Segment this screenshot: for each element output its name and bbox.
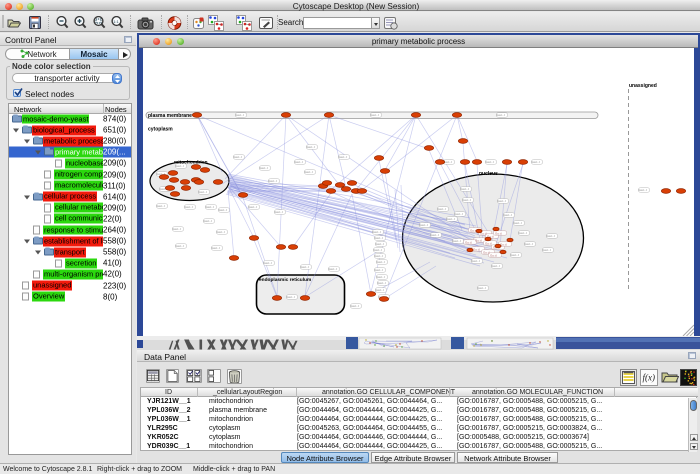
- svg-text:Go:t..l: Go:t..l: [219, 208, 227, 212]
- svg-text:f(x): f(x): [643, 373, 656, 383]
- svg-text:Go:t..l: Go:t..l: [351, 304, 359, 308]
- svg-text:Go:t..l: Go:t..l: [374, 248, 382, 252]
- svg-text:Go:t..l: Go:t..l: [295, 160, 303, 164]
- svg-text:Go:t..l: Go:t..l: [453, 239, 461, 243]
- svg-text:Go:t..l: Go:t..l: [497, 113, 505, 117]
- svg-text:Go:t..l: Go:t..l: [519, 231, 527, 235]
- svg-text:Go:t..l: Go:t..l: [376, 288, 384, 292]
- svg-text:Go:t.l: Go:t.l: [495, 231, 503, 235]
- svg-text:Go:t..l: Go:t..l: [461, 187, 469, 191]
- svg-text:Go:t..l: Go:t..l: [420, 223, 428, 227]
- svg-text:Go:t..l: Go:t..l: [301, 265, 309, 269]
- svg-text:Go:t..l: Go:t..l: [199, 190, 207, 194]
- svg-text:Go:t..l: Go:t..l: [639, 188, 647, 192]
- svg-text:Go:t..l: Go:t..l: [514, 221, 522, 225]
- svg-text:Go:t..l: Go:t..l: [472, 259, 480, 263]
- svg-text:Go:t..l: Go:t..l: [463, 198, 471, 202]
- svg-text:Go:t..l: Go:t..l: [157, 204, 165, 208]
- svg-text:Go:t..l: Go:t..l: [447, 217, 455, 221]
- svg-text:Go:t..l: Go:t..l: [275, 210, 283, 214]
- svg-text:Go:t..l: Go:t..l: [371, 113, 379, 117]
- svg-text:Go:t..l: Go:t..l: [204, 219, 212, 223]
- svg-text:Go:t..l: Go:t..l: [217, 230, 225, 234]
- svg-text:Go:t..l: Go:t..l: [269, 179, 277, 183]
- svg-text:Go:t..l: Go:t..l: [339, 155, 347, 159]
- svg-text:Go:t..l: Go:t..l: [375, 254, 383, 258]
- svg-text:Go:t..l: Go:t..l: [378, 281, 386, 285]
- svg-text:Go:t..l: Go:t..l: [543, 248, 551, 252]
- svg-text:Go:t..l: Go:t..l: [173, 227, 181, 231]
- svg-text:Go:t..l: Go:t..l: [329, 267, 337, 271]
- svg-text:Go:t..l: Go:t..l: [206, 205, 214, 209]
- svg-text:Go:t..l: Go:t..l: [547, 234, 555, 238]
- svg-text:Go:t..l: Go:t..l: [373, 230, 381, 234]
- svg-text:Go:t.l: Go:t.l: [475, 238, 483, 242]
- svg-text:mitochondrion: mitochondrion: [174, 160, 208, 166]
- svg-text:Go:t..l: Go:t..l: [176, 244, 184, 248]
- svg-text:cytoplasm: cytoplasm: [148, 127, 173, 133]
- svg-text:Go:t..l: Go:t..l: [486, 160, 494, 164]
- svg-text:nucleus: nucleus: [479, 171, 498, 177]
- svg-text:Go:t..l: Go:t..l: [287, 295, 295, 299]
- svg-text:Go:t..l: Go:t..l: [185, 205, 193, 209]
- svg-text:Go:t..l: Go:t..l: [264, 261, 272, 265]
- svg-text:Go:t..l: Go:t..l: [305, 170, 313, 174]
- svg-text:Go:t..l: Go:t..l: [532, 160, 540, 164]
- svg-text:Go:t..l: Go:t..l: [249, 205, 257, 209]
- svg-text:Go:t..l: Go:t..l: [455, 212, 463, 216]
- svg-text:Go:t..l: Go:t..l: [478, 286, 486, 290]
- svg-text:Go:t..l: Go:t..l: [377, 260, 385, 264]
- svg-text:Go:t.l: Go:t.l: [485, 241, 493, 245]
- svg-text:unassigned: unassigned: [629, 83, 657, 89]
- svg-text:endoplasmic reticulum: endoplasmic reticulum: [259, 277, 311, 283]
- svg-text:Go:t..l: Go:t..l: [525, 242, 533, 246]
- svg-text:Go:t.l: Go:t.l: [465, 240, 473, 244]
- svg-text:Go:t..l: Go:t..l: [260, 166, 268, 170]
- svg-text:Go:t..l: Go:t..l: [375, 268, 383, 272]
- svg-text:Go:t..l: Go:t..l: [236, 113, 244, 117]
- svg-text:Go:t..l: Go:t..l: [377, 275, 385, 279]
- svg-text:Go:t..l: Go:t..l: [307, 145, 315, 149]
- svg-text:1:1: 1:1: [113, 19, 119, 24]
- svg-text:Go:t.l: Go:t.l: [473, 247, 481, 251]
- svg-text:Go:t..l: Go:t..l: [438, 207, 446, 211]
- svg-text:Go:t..l: Go:t..l: [375, 236, 383, 240]
- svg-text:Go:t..l: Go:t..l: [504, 213, 512, 217]
- svg-text:Go:t.l: Go:t.l: [490, 253, 498, 257]
- svg-text:Go:t..l: Go:t..l: [498, 199, 506, 203]
- svg-text:plasma membrane: plasma membrane: [148, 113, 192, 119]
- svg-text:Go:t..l: Go:t..l: [234, 155, 242, 159]
- svg-text:Go:t..l: Go:t..l: [212, 246, 220, 250]
- svg-text:Go:t..l: Go:t..l: [376, 242, 384, 246]
- svg-text:Go:t..l: Go:t..l: [492, 264, 500, 268]
- svg-text:Go:t..l: Go:t..l: [511, 253, 519, 257]
- svg-text:Go:t..l: Go:t..l: [431, 233, 439, 237]
